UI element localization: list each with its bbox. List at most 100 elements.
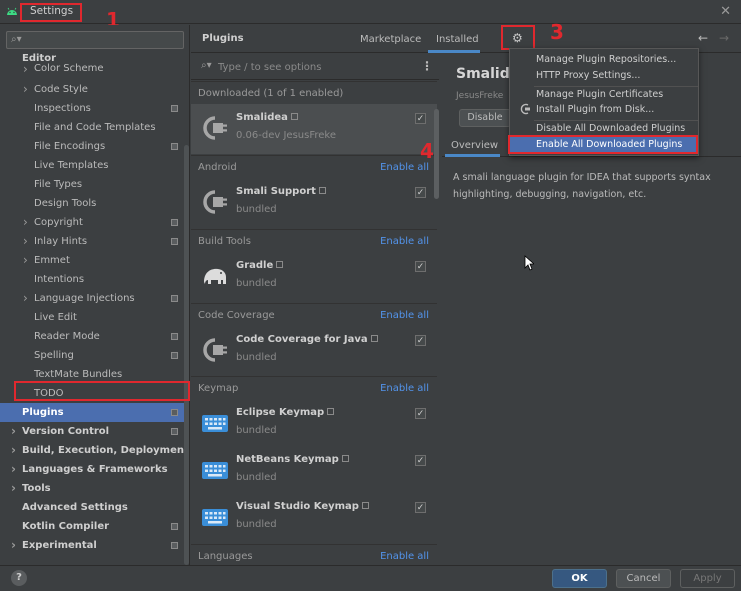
cancel-button[interactable]: Cancel (616, 569, 671, 588)
plugin-section-header: Code Coverage Enable all (191, 303, 437, 326)
sidebar-item-file-types[interactable]: File Types (0, 175, 184, 194)
sidebar-item-live-templates[interactable]: Live Templates (0, 156, 184, 175)
plugin-list-scrollbar[interactable] (434, 109, 439, 199)
plugin-search-input[interactable]: ⌕▾ Type / to see options ⋮ (191, 54, 439, 80)
chevron-right-icon[interactable]: › (11, 536, 16, 555)
sidebar-item-spelling[interactable]: Spelling (0, 346, 184, 365)
sidebar-item-emmet[interactable]: › Emmet (0, 251, 184, 270)
sidebar-item-label: Build, Execution, Deployment (22, 445, 189, 456)
sidebar-item-intentions[interactable]: Intentions (0, 270, 184, 289)
plugin-section-header: Android Enable all (191, 155, 437, 178)
chevron-right-icon[interactable]: › (23, 63, 28, 75)
menu-item-install-from-disk[interactable]: Install Plugin from Disk... (510, 102, 698, 118)
chevron-right-icon[interactable]: › (11, 460, 16, 479)
annotation-number-4: 4 (420, 139, 434, 163)
chevron-right-icon[interactable]: › (23, 80, 28, 99)
help-button[interactable]: ? (11, 570, 27, 586)
project-scope-icon (171, 542, 178, 549)
chevron-right-icon[interactable]: › (23, 232, 28, 251)
plugin-list-item[interactable]: Smalidea 0.06-dev JesusFreke ✓ (191, 104, 437, 154)
plugin-version: bundled (236, 519, 277, 530)
plugin-list-item[interactable]: Smali Support bundled ✓ (191, 178, 437, 228)
sidebar-item-inspections[interactable]: Inspections (0, 99, 184, 118)
menu-item-http-proxy[interactable]: HTTP Proxy Settings... (510, 68, 698, 84)
sidebar-item-code-style[interactable]: › Code Style (0, 80, 184, 99)
tab-active-indicator (445, 154, 500, 157)
settings-search-input[interactable]: ⌕▾ (6, 31, 184, 49)
sidebar-item-label: Spelling (34, 350, 74, 361)
sidebar-item-reader-mode[interactable]: Reader Mode (0, 327, 184, 346)
enable-all-link[interactable]: Enable all (380, 162, 429, 173)
plugin-list-item[interactable]: Gradle bundled ✓ (191, 252, 437, 302)
plugin-name: Eclipse Keymap (236, 407, 325, 418)
plugin-search-placeholder: Type / to see options (218, 62, 322, 73)
enable-all-link[interactable]: Enable all (380, 310, 429, 321)
plugin-enabled-checkbox[interactable]: ✓ (415, 455, 426, 466)
project-scope-icon (171, 409, 178, 416)
sidebar-item-label: Experimental (22, 540, 97, 551)
forward-arrow-icon[interactable]: → (719, 31, 729, 45)
sidebar-item-file-encodings[interactable]: File Encodings (0, 137, 184, 156)
chevron-right-icon[interactable]: › (23, 289, 28, 308)
sidebar-item-design-tools[interactable]: Design Tools (0, 194, 184, 213)
tab-installed[interactable]: Installed (436, 34, 479, 45)
plugin-version: bundled (236, 204, 277, 215)
chevron-right-icon[interactable]: › (23, 251, 28, 270)
apply-button[interactable]: Apply (680, 569, 735, 588)
plugin-enabled-checkbox[interactable]: ✓ (415, 408, 426, 419)
more-options-icon[interactable]: ⋮ (421, 59, 433, 73)
sidebar-item-live-edit[interactable]: Live Edit (0, 308, 184, 327)
sidebar-item-label: Tools (22, 483, 51, 494)
plugin-enabled-checkbox[interactable]: ✓ (415, 187, 426, 198)
sidebar-item-file-and-code-templates[interactable]: File and Code Templates (0, 118, 184, 137)
section-name: Code Coverage (198, 310, 275, 321)
sidebar-item-kotlin-compiler[interactable]: Kotlin Compiler (0, 517, 184, 536)
annotation-box-enable-all (508, 135, 698, 154)
chevron-right-icon[interactable]: › (11, 422, 16, 441)
search-icon: ⌕▾ (11, 34, 22, 45)
disable-button[interactable]: Disable (459, 109, 511, 127)
plugin-list-item[interactable]: Visual Studio Keymap bundled ✓ (191, 493, 437, 543)
project-scope-icon (171, 333, 178, 340)
chevron-right-icon[interactable]: › (11, 479, 16, 498)
sidebar-item-plugins[interactable]: Plugins (0, 403, 184, 422)
tab-marketplace[interactable]: Marketplace (360, 34, 421, 45)
plugin-name: Visual Studio Keymap (236, 501, 359, 512)
project-scope-icon (171, 143, 178, 150)
sidebar-scrollbar[interactable] (184, 145, 189, 565)
sidebar-item-copyright[interactable]: › Copyright (0, 213, 184, 232)
chevron-right-icon[interactable]: › (23, 213, 28, 232)
sidebar-item-languages-frameworks[interactable]: › Languages & Frameworks (0, 460, 184, 479)
sidebar-item-build-execution-deployment[interactable]: › Build, Execution, Deployment (0, 441, 189, 460)
sidebar-item-experimental[interactable]: › Experimental (0, 536, 184, 555)
enable-all-link[interactable]: Enable all (380, 236, 429, 247)
sidebar-item-language-injections[interactable]: › Language Injections (0, 289, 184, 308)
menu-item-manage-certificates[interactable]: Manage Plugin Certificates (510, 87, 698, 103)
bundled-info-icon (276, 261, 284, 268)
project-scope-icon (171, 219, 178, 226)
enable-all-link[interactable]: Enable all (380, 551, 429, 562)
sidebar-item-advanced-settings[interactable]: Advanced Settings (0, 498, 184, 517)
detail-author[interactable]: JesusFreke (456, 91, 503, 101)
section-name: Build Tools (198, 236, 251, 247)
plugin-list-item[interactable]: Code Coverage for Java bundled ✓ (191, 326, 437, 376)
menu-item-manage-repositories[interactable]: Manage Plugin Repositories... (510, 52, 698, 68)
back-arrow-icon[interactable]: ← (698, 31, 708, 45)
ok-button[interactable]: OK (552, 569, 607, 588)
plugin-enabled-checkbox[interactable]: ✓ (415, 502, 426, 513)
sidebar-item-tools[interactable]: › Tools (0, 479, 184, 498)
sidebar-item-inlay-hints[interactable]: › Inlay Hints (0, 232, 184, 251)
enable-all-link[interactable]: Enable all (380, 383, 429, 394)
plugin-enabled-checkbox[interactable]: ✓ (415, 261, 426, 272)
sidebar-item-color-scheme[interactable]: › Color Scheme (0, 63, 184, 80)
close-icon[interactable]: ✕ (720, 4, 731, 19)
chevron-right-icon[interactable]: › (11, 441, 16, 460)
plugin-enabled-checkbox[interactable]: ✓ (415, 335, 426, 346)
sidebar-item-version-control[interactable]: › Version Control (0, 422, 184, 441)
plugin-name: Gradle (236, 260, 274, 271)
sidebar-item-label: File Encodings (34, 141, 106, 152)
plugin-list-item[interactable]: Eclipse Keymap bundled ✓ (191, 399, 437, 449)
tab-overview[interactable]: Overview (451, 140, 498, 151)
plugin-list-item[interactable]: NetBeans Keymap bundled ✓ (191, 446, 437, 496)
plugin-enabled-checkbox[interactable]: ✓ (415, 113, 426, 124)
